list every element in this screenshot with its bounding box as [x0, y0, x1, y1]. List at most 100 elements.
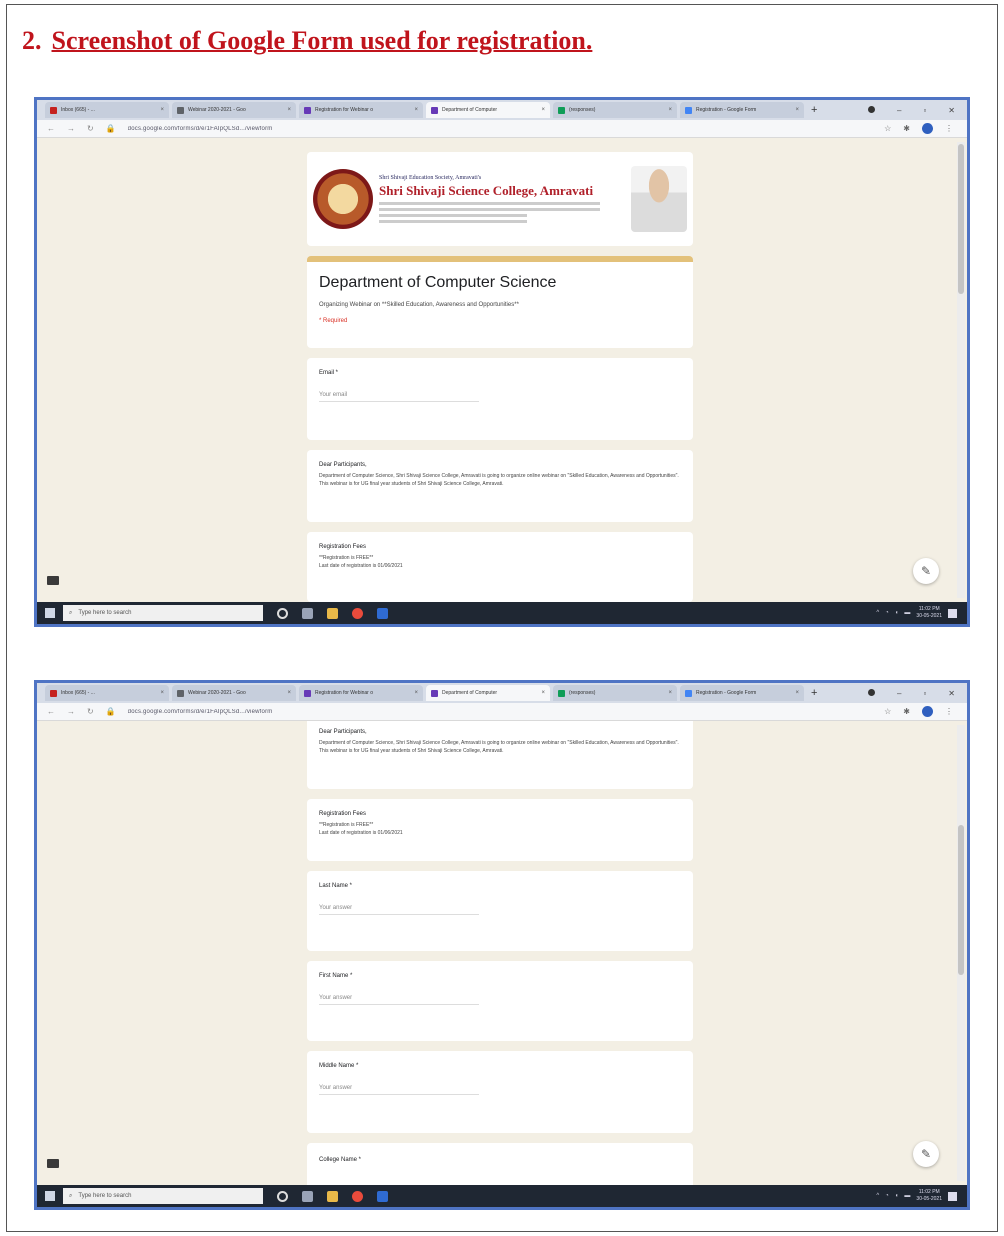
- edit-pencil-icon[interactable]: ✎: [913, 1141, 939, 1167]
- screenshot-top: Inbox (665) - ... × Webinar 2020-2021 - G…: [34, 97, 970, 627]
- url-field[interactable]: docs.google.com/forms/d/e/1FAIpQLSd.../v…: [128, 126, 588, 132]
- file-explorer-icon[interactable]: [327, 1190, 338, 1202]
- email-label: Email *: [319, 370, 339, 376]
- taskbar-search[interactable]: ⌕ Type here to search: [63, 605, 263, 621]
- fees-info: Registration Fees **Registration is FREE…: [307, 532, 693, 602]
- volume-icon[interactable]: ◖: [895, 610, 899, 616]
- browser-tab-active[interactable]: Department of Computer ×: [426, 102, 550, 118]
- close-icon[interactable]: ×: [160, 690, 164, 696]
- middle-name-field[interactable]: Your answer: [319, 1085, 479, 1095]
- battery-icon[interactable]: ▬: [904, 1193, 910, 1199]
- network-icon[interactable]: ◔: [885, 610, 889, 616]
- url-field[interactable]: docs.google.com/forms/d/e/1FAIpQLSd.../v…: [128, 709, 588, 715]
- reload-icon[interactable]: ↻: [87, 124, 94, 133]
- scrollbar[interactable]: [957, 725, 965, 1181]
- first-name-field[interactable]: Your answer: [319, 995, 479, 1005]
- back-icon[interactable]: ←: [47, 124, 55, 133]
- close-icon[interactable]: ×: [414, 690, 418, 696]
- browser-tab[interactable]: Registration - Google Form ×: [680, 102, 804, 118]
- menu-icon[interactable]: ⋮: [945, 124, 953, 133]
- clock[interactable]: 11:02 PM 30-05-2021: [916, 1189, 942, 1203]
- browser-tab[interactable]: Inbox (665) - ... ×: [45, 102, 169, 118]
- scroll-thumb[interactable]: [958, 144, 964, 294]
- cortana-icon[interactable]: [277, 607, 288, 619]
- tray-arrow-icon[interactable]: ^: [876, 610, 879, 616]
- close-window-icon[interactable]: ✕: [948, 106, 955, 115]
- taskbar: ⌕ Type here to search ^ ◔ ◖ ▬ 11:02 PM 30-…: [37, 602, 967, 624]
- browser-tab[interactable]: (responses) ×: [553, 102, 677, 118]
- forward-icon[interactable]: →: [67, 124, 75, 133]
- close-icon[interactable]: ×: [795, 107, 799, 113]
- minimize-icon[interactable]: –: [897, 689, 901, 698]
- edit-pencil-icon[interactable]: ✎: [913, 558, 939, 584]
- avatar[interactable]: [922, 123, 933, 134]
- task-view-icon[interactable]: [302, 607, 313, 619]
- profile-dot-icon[interactable]: [868, 688, 875, 696]
- extensions-icon[interactable]: ✱: [903, 124, 910, 133]
- file-explorer-icon[interactable]: [327, 607, 338, 619]
- new-tab-button[interactable]: +: [811, 687, 817, 699]
- word-icon[interactable]: [377, 1190, 388, 1202]
- battery-icon[interactable]: ▬: [904, 610, 910, 616]
- email-field[interactable]: Your email: [319, 392, 479, 402]
- close-icon[interactable]: ×: [414, 107, 418, 113]
- volume-icon[interactable]: ◖: [895, 1193, 899, 1199]
- forward-icon[interactable]: →: [67, 707, 75, 716]
- close-icon[interactable]: ×: [795, 690, 799, 696]
- browser-tab[interactable]: Registration for Webinar o ×: [299, 685, 423, 701]
- menu-icon[interactable]: ⋮: [945, 707, 953, 716]
- scroll-thumb[interactable]: [958, 825, 964, 975]
- browser-tab[interactable]: Webinar 2020-2021 - Goo ×: [172, 685, 296, 701]
- system-tray: ^ ◔ ◖ ▬ 11:02 PM 30-05-2021: [876, 606, 967, 620]
- browser-tab-active[interactable]: Department of Computer ×: [426, 685, 550, 701]
- back-icon[interactable]: ←: [47, 707, 55, 716]
- last-name-question: Last Name * Your answer: [307, 871, 693, 951]
- close-icon[interactable]: ×: [541, 107, 545, 113]
- close-icon[interactable]: ×: [287, 107, 291, 113]
- maximize-icon[interactable]: ▫: [923, 106, 926, 115]
- close-icon[interactable]: ×: [668, 690, 672, 696]
- clock[interactable]: 11:02 PM 30-05-2021: [916, 606, 942, 620]
- browser-tab[interactable]: Webinar 2020-2021 - Goo ×: [172, 102, 296, 118]
- cortana-icon[interactable]: [277, 1190, 288, 1202]
- browser-tab[interactable]: (responses) ×: [553, 685, 677, 701]
- forms-icon: [304, 689, 311, 697]
- minimize-icon[interactable]: –: [897, 106, 901, 115]
- forms-icon: [685, 106, 692, 114]
- participants-info: Dear Participants, Department of Compute…: [307, 450, 693, 522]
- close-window-icon[interactable]: ✕: [948, 689, 955, 698]
- reload-icon[interactable]: ↻: [87, 707, 94, 716]
- chrome-icon[interactable]: [352, 1190, 363, 1202]
- close-icon[interactable]: ×: [668, 107, 672, 113]
- close-icon[interactable]: ×: [287, 690, 291, 696]
- task-view-icon[interactable]: [302, 1190, 313, 1202]
- scrollbar[interactable]: [957, 142, 965, 598]
- chrome-icon[interactable]: [352, 607, 363, 619]
- avatar[interactable]: [922, 706, 933, 717]
- browser-tab[interactable]: Registration for Webinar o ×: [299, 102, 423, 118]
- last-name-field[interactable]: Your answer: [319, 905, 479, 915]
- star-icon[interactable]: ☆: [884, 707, 891, 716]
- profile-dot-icon[interactable]: [868, 105, 875, 113]
- notification-icon[interactable]: [948, 1191, 957, 1201]
- extensions-icon[interactable]: ✱: [903, 707, 910, 716]
- chat-icon[interactable]: [47, 576, 59, 585]
- chat-icon[interactable]: [47, 1159, 59, 1168]
- network-icon[interactable]: ◔: [885, 1193, 889, 1199]
- word-icon[interactable]: [377, 607, 388, 619]
- browser-tab[interactable]: Registration - Google Form ×: [680, 685, 804, 701]
- star-icon[interactable]: ☆: [884, 124, 891, 133]
- close-icon[interactable]: ×: [541, 690, 545, 696]
- windows-start-icon[interactable]: [45, 608, 55, 618]
- browser-tab[interactable]: Inbox (665) - ... ×: [45, 685, 169, 701]
- email-question: Email * Your email: [307, 358, 693, 440]
- notification-icon[interactable]: [948, 608, 957, 618]
- maximize-icon[interactable]: ▫: [923, 689, 926, 698]
- taskbar-search[interactable]: ⌕ Type here to search: [63, 1188, 263, 1204]
- section-title: Screenshot of Google Form used for regis…: [51, 26, 593, 55]
- screenshot-bottom: Inbox (665) - ... × Webinar 2020-2021 - G…: [34, 680, 970, 1210]
- windows-start-icon[interactable]: [45, 1191, 55, 1201]
- close-icon[interactable]: ×: [160, 107, 164, 113]
- new-tab-button[interactable]: +: [811, 104, 817, 116]
- tray-arrow-icon[interactable]: ^: [876, 1193, 879, 1199]
